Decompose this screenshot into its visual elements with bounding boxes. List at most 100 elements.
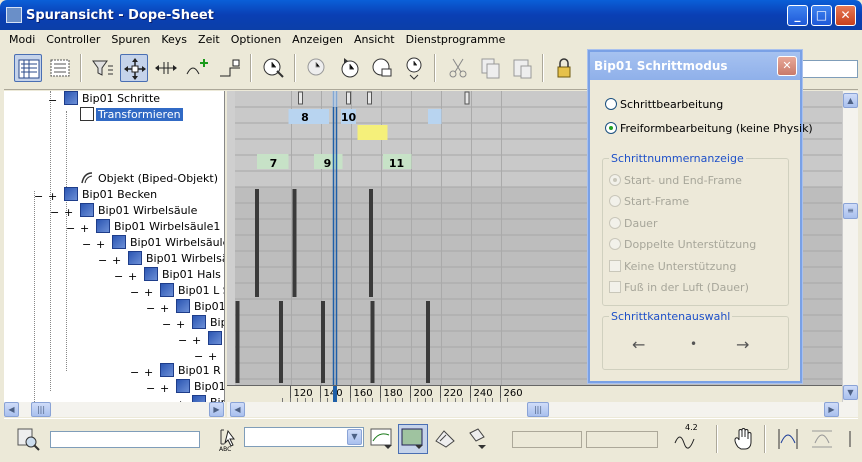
expand-icon[interactable]: + — [48, 190, 57, 203]
current-time-marker[interactable] — [332, 386, 337, 402]
zoom-horizontal-extents-icon[interactable] — [774, 425, 802, 453]
paste-icon[interactable] — [508, 54, 536, 82]
tree-node[interactable]: Bip01 Wirbelsäule1 — [96, 219, 222, 235]
select-left-edge-icon[interactable]: ← — [632, 335, 645, 354]
dialog-close-icon[interactable]: ✕ — [777, 56, 797, 76]
chevron-down-icon[interactable]: ▼ — [347, 429, 362, 445]
key-tangent-icon[interactable] — [368, 425, 396, 453]
key-mode-icon[interactable] — [398, 424, 428, 454]
tree-node[interactable]: Bip01 Hals — [144, 267, 223, 283]
tree-node[interactable]: Bip01 Becken — [64, 187, 159, 203]
tree-node[interactable]: Bip0 — [192, 395, 224, 402]
collapse-icon[interactable]: − — [162, 318, 171, 331]
menu-optionen[interactable]: Optionen — [226, 30, 287, 46]
zoom-selected-icon[interactable] — [14, 425, 42, 453]
maximize-button[interactable]: □ — [811, 5, 832, 26]
expand-icon[interactable]: + — [176, 318, 185, 331]
select-right-edge-icon[interactable]: → — [736, 335, 749, 354]
name-field[interactable] — [802, 60, 858, 78]
pan-hand-icon[interactable] — [730, 425, 758, 453]
tree-node[interactable]: Bip0 — [192, 315, 224, 331]
menu-zeit[interactable]: Zeit — [193, 30, 226, 46]
tree-node[interactable]: Bip01 R — [176, 379, 224, 395]
select-time-icon[interactable] — [260, 54, 288, 82]
vertical-scrollbar[interactable]: ▲ ≡ ▼ — [842, 91, 858, 402]
expand-icon[interactable]: + — [160, 382, 169, 395]
expand-icon[interactable]: + — [64, 206, 73, 219]
track-name-field[interactable] — [50, 431, 200, 448]
expand-icon[interactable]: + — [192, 334, 201, 347]
collapse-icon[interactable]: − — [48, 94, 57, 107]
menu-spuren[interactable]: Spuren — [106, 30, 156, 46]
dope-horizontal-scrollbar[interactable]: ◀ ||| ▶ — [227, 402, 858, 417]
minimize-button[interactable]: _ — [787, 5, 808, 26]
show-selected-keys-icon[interactable] — [464, 425, 492, 453]
radio-footstep-edit[interactable]: Schrittbearbeitung — [605, 98, 723, 111]
scroll-up-icon[interactable]: ▲ — [843, 93, 858, 108]
collapse-icon[interactable]: − — [82, 238, 91, 251]
filter-icon[interactable] — [88, 54, 116, 82]
scroll-thumb[interactable]: ||| — [527, 402, 549, 417]
menu-ansicht[interactable]: Ansicht — [349, 30, 401, 46]
tree-node[interactable] — [224, 347, 225, 363]
tree-node[interactable]: Bip01 L Sch — [160, 283, 224, 299]
collapse-icon[interactable]: − — [146, 302, 155, 315]
selection-set-dropdown[interactable]: ▼ — [244, 427, 364, 447]
expand-icon[interactable]: + — [112, 254, 121, 267]
menu-controller[interactable]: Controller — [41, 30, 106, 46]
expand-icon[interactable]: + — [144, 366, 153, 379]
select-center-icon[interactable]: • — [690, 337, 697, 351]
select-by-name-icon[interactable]: ABC — [218, 427, 242, 453]
expand-icon[interactable]: + — [96, 238, 105, 251]
cut-icon[interactable] — [444, 54, 472, 82]
lock-selection-icon[interactable] — [550, 54, 578, 82]
scale-time-icon[interactable] — [368, 54, 396, 82]
tree-node[interactable]: Bip01 Schritte — [64, 91, 162, 107]
collapse-icon[interactable]: − — [66, 222, 75, 235]
menu-keys[interactable]: Keys — [156, 30, 193, 46]
scroll-right-icon[interactable]: ▶ — [209, 402, 224, 417]
collapse-icon[interactable]: − — [50, 206, 59, 219]
close-button[interactable]: ✕ — [835, 5, 856, 26]
add-keys-icon[interactable] — [184, 54, 212, 82]
tree-node[interactable]: Bip01 R Sc — [160, 363, 224, 379]
scroll-left-icon[interactable]: ◀ — [4, 402, 19, 417]
collapse-icon[interactable]: − — [130, 366, 139, 379]
tree-node[interactable]: Transformieren — [80, 107, 183, 123]
scroll-down-icon[interactable]: ▼ — [843, 385, 858, 400]
collapse-icon[interactable]: − — [130, 286, 139, 299]
expand-icon[interactable]: + — [160, 302, 169, 315]
scroll-thumb[interactable]: ||| — [31, 402, 51, 417]
collapse-icon[interactable]: − — [98, 254, 107, 267]
tree-node[interactable]: Bip01 Wirbelsäule — [80, 203, 199, 219]
expand-icon[interactable]: + — [128, 270, 137, 283]
scroll-left-icon[interactable]: ◀ — [230, 402, 245, 417]
collapse-icon[interactable]: − — [194, 350, 203, 363]
more-icon[interactable] — [844, 429, 858, 449]
insert-time-icon[interactable] — [400, 54, 428, 82]
menu-dienstprogramme[interactable]: Dienstprogramme — [401, 30, 512, 46]
slide-keys-icon[interactable] — [152, 54, 180, 82]
snap-frames-icon[interactable] — [432, 425, 460, 453]
tree-node[interactable]: Bip01 Wirbelsäule — [128, 251, 224, 267]
collapse-icon[interactable]: − — [178, 334, 187, 347]
collapse-icon[interactable]: − — [34, 190, 43, 203]
reverse-time-icon[interactable] — [336, 54, 364, 82]
menu-anzeigen[interactable]: Anzeigen — [287, 30, 349, 46]
expand-icon[interactable]: + — [80, 222, 89, 235]
collapse-icon[interactable]: − — [146, 382, 155, 395]
expand-icon[interactable]: + — [208, 350, 217, 363]
scale-keys-icon[interactable] — [216, 54, 244, 82]
move-keys-icon[interactable] — [120, 54, 148, 82]
value-field[interactable] — [586, 431, 658, 448]
copy-icon[interactable] — [476, 54, 504, 82]
tree-horizontal-scrollbar[interactable]: ◀ ||| ▶ — [4, 402, 225, 417]
zoom-value-extents-icon[interactable] — [808, 425, 836, 453]
dope-sheet-mode-icon[interactable] — [46, 54, 74, 82]
collapse-icon[interactable]: − — [114, 270, 123, 283]
radio-freeform-edit[interactable]: Freiformbearbeitung (keine Physik) — [605, 122, 813, 135]
expand-icon[interactable]: + — [144, 286, 153, 299]
menu-modi[interactable]: Modi — [4, 30, 41, 46]
frame-field[interactable] — [512, 431, 582, 448]
tree-node[interactable]: B — [208, 331, 224, 347]
